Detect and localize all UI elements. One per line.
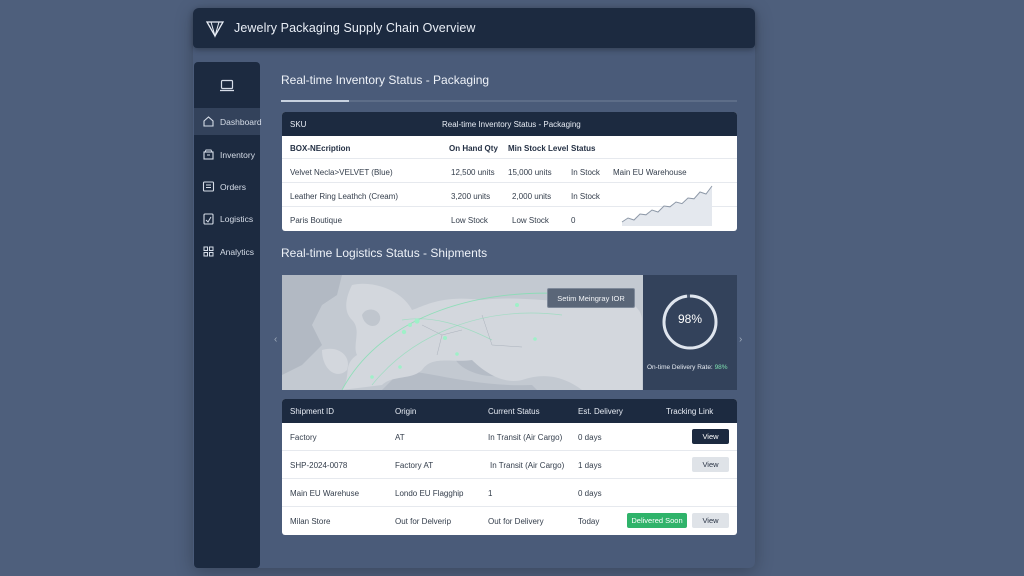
sidebar-item-label: Inventory (220, 149, 255, 160)
logistics-section-title: Real-time Logistics Status - Shipments (281, 246, 488, 260)
app-title: Jewelry Packaging Supply Chain Overview (234, 21, 476, 35)
table-cell: 0 (571, 216, 576, 225)
column-header: Est. Delivery (578, 407, 623, 416)
top-bar: Jewelry Packaging Supply Chain Overview (193, 8, 755, 48)
ontime-label: On-time Delivery Rate: (647, 364, 713, 371)
sku-header: SKU (290, 120, 307, 129)
section-divider-accent (281, 100, 349, 102)
ontime-delivery-rate: On-time Delivery Rate: 98% (647, 364, 728, 371)
table-row[interactable]: SHP-2024-0078 Factory AT In Transit (Air… (282, 451, 737, 479)
diamond-logo-icon (205, 21, 225, 38)
sidebar-item-inventory[interactable]: Inventory (194, 141, 260, 168)
view-tracking-button[interactable]: View (692, 513, 729, 528)
sidebar-item-orders[interactable]: Orders (194, 173, 260, 200)
column-header: Current Status (488, 407, 540, 416)
table-cell: Velvet Necla>VELVET (Blue) (290, 168, 393, 177)
table-cell: Main EU Warehouse (613, 168, 687, 177)
shipment-origin: AT (395, 433, 405, 442)
table-row[interactable]: Factory AT In Transit (Air Cargo) 0 days… (282, 423, 737, 451)
view-tracking-button[interactable]: View (692, 457, 729, 472)
column-header: Tracking Link (666, 407, 714, 416)
shipment-id: Milan Store (290, 517, 331, 526)
grid-icon (203, 246, 214, 257)
table-cell: 15,000 units (508, 168, 552, 177)
sidebar-item-label: Logistics (220, 213, 254, 224)
box-icon (203, 149, 214, 160)
sidebar-item-label: Orders (220, 181, 246, 192)
inventory-column-headers: BOX-NEcription On Hand Qty Min Stock Lev… (282, 136, 737, 159)
table-cell: In Stock (571, 192, 600, 201)
inventory-table-header: SKU Real-time Inventory Status - Packagi… (282, 112, 737, 136)
section-divider (281, 100, 737, 102)
table-cell: Low Stock (512, 216, 549, 225)
inventory-header-title: Real-time Inventory Status - Packaging (442, 120, 581, 129)
view-tracking-button[interactable]: View (692, 429, 729, 444)
shipment-status: 1 (488, 489, 493, 498)
shipment-id: Factory (290, 433, 317, 442)
shipment-status: Out for Delivery (488, 517, 544, 526)
chevron-left-icon[interactable]: ‹ (274, 334, 277, 345)
table-cell: Paris Boutique (290, 216, 343, 225)
shipment-status: In Transit (Air Cargo) (490, 461, 565, 470)
table-cell: 12,500 units (451, 168, 495, 177)
stock-trend-sparkline (621, 185, 713, 226)
shipment-eta: 1 days (578, 461, 602, 470)
ontime-percent: 98% (677, 312, 703, 326)
inventory-table: SKU Real-time Inventory Status - Packagi… (282, 112, 737, 231)
column-header: Shipment ID (290, 407, 335, 416)
table-row[interactable]: Main EU Warehuse Londo EU Flagghip 1 0 d… (282, 479, 737, 507)
sidebar-item-analytics[interactable]: Analytics (194, 238, 260, 265)
column-header: Min Stock Level (508, 144, 569, 153)
column-header: Status (571, 144, 596, 153)
table-row[interactable]: Milan Store Out for Delverip Out for Del… (282, 507, 737, 535)
shipment-origin: Out for Delverip (395, 517, 452, 526)
table-cell: 3,200 units (451, 192, 491, 201)
table-row[interactable]: Velvet Necla>VELVET (Blue) 12,500 units … (282, 160, 737, 183)
map-status-badge: Setim Meingray IOR (547, 288, 635, 308)
shipment-status: In Transit (Air Cargo) (488, 433, 563, 442)
column-header: Origin (395, 407, 417, 416)
table-cell: Low Stock (451, 216, 488, 225)
delivered-soon-badge[interactable]: Delivered Soon (627, 513, 687, 528)
shipment-origin: Londo EU Flagghip (395, 489, 464, 498)
column-header: On Hand Qty (449, 144, 498, 153)
column-header: BOX-NEcription (290, 144, 351, 153)
shipment-eta: 0 days (578, 433, 602, 442)
table-cell: 2,000 units (512, 192, 552, 201)
table-cell: In Stock (571, 168, 600, 177)
shipment-id: SHP-2024-0078 (290, 461, 348, 470)
inventory-section-title: Real-time Inventory Status - Packaging (281, 73, 490, 87)
sidebar-item-label: Analytics (220, 246, 255, 257)
shipment-eta: Today (578, 517, 600, 526)
sidebar-item-dashboard[interactable]: Dashboard (194, 108, 262, 135)
shipments-table-header: Shipment ID Origin Current Status Est. D… (282, 399, 737, 423)
list-icon (202, 181, 215, 192)
ontime-rate-value: 98% (714, 364, 728, 371)
sidebar: Dashboard Inventory Orders Logistics Ana… (194, 62, 262, 568)
sidebar-item-label: Dashboard (220, 116, 262, 127)
shipment-origin: Factory AT (395, 461, 434, 470)
home-icon (203, 116, 214, 127)
laptop-icon[interactable] (219, 79, 235, 93)
shipment-eta: 0 days (578, 489, 602, 498)
clipboard-icon (203, 213, 214, 225)
shipment-id: Main EU Warehuse (290, 489, 360, 498)
table-cell: Leather Ring Leathch (Cream) (290, 192, 399, 201)
sidebar-item-logistics[interactable]: Logistics (194, 205, 260, 232)
shipments-table: Shipment ID Origin Current Status Est. D… (282, 399, 737, 535)
chevron-right-icon[interactable]: › (739, 334, 742, 345)
